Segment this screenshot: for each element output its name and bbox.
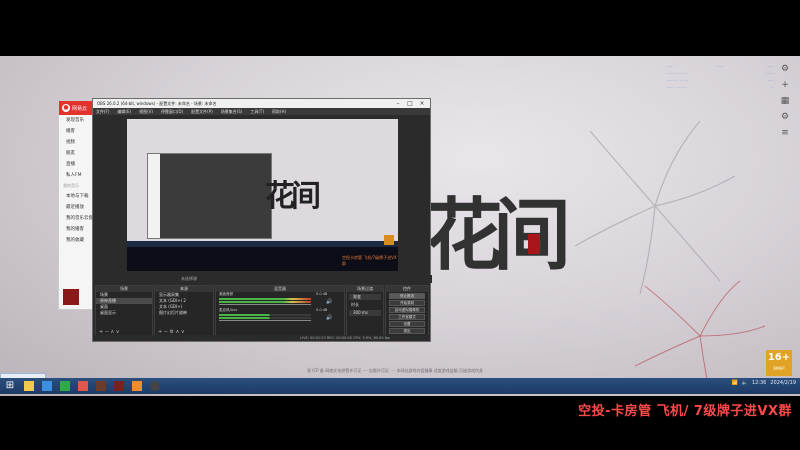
controls-dock-title: 控件 xyxy=(386,286,428,292)
preview-calligraphy: 花间 xyxy=(265,179,321,214)
overlay-row: ····· ····· ····· xyxy=(666,64,774,70)
netease-taskbar-icon[interactable] xyxy=(78,381,88,391)
menu-edit[interactable]: 编辑(E) xyxy=(117,108,131,115)
plus-icon[interactable]: + xyxy=(780,80,790,90)
age-rating-note: 适龄提示 xyxy=(772,366,785,370)
studio-mode-button[interactable]: 工作室模式 xyxy=(389,314,425,320)
mixer-dock: 混音器 桌面音频 0.0 dB 🔊 麦克风/Aux 0.0 dB 🔊 xyxy=(215,285,345,337)
app-icon[interactable] xyxy=(60,381,70,391)
settings-button[interactable]: 设置 xyxy=(389,321,425,327)
nested-music-window xyxy=(148,154,160,238)
stream-overlay-info: ····· ····· ····· ······· ····· ······ ····… xyxy=(666,64,774,92)
volume-slider[interactable] xyxy=(219,320,311,321)
speaker-icon[interactable]: 🔊 xyxy=(326,315,332,321)
close-icon[interactable]: × xyxy=(416,99,428,108)
maximize-icon[interactable]: □ xyxy=(404,99,416,108)
nested-obs-preview xyxy=(147,153,272,239)
exit-button[interactable]: 退出 xyxy=(389,328,425,334)
scene-item[interactable]: 桌面显示 xyxy=(96,310,152,316)
start-recording-button[interactable]: 开始录制 xyxy=(389,300,425,306)
duration-input[interactable]: 300 ms xyxy=(349,310,381,316)
settings-icon[interactable]: ⚙ xyxy=(780,112,790,122)
menu-docks[interactable]: 停靠窗口(D) xyxy=(161,108,183,115)
transitions-dock: 场景过渡 渐变 时长 300 ms xyxy=(346,285,384,337)
obs-statusbar: LIVE: 00:01:23 REC: 00:00:00 CPU: 3.9%, … xyxy=(93,335,430,341)
stop-streaming-button[interactable]: 停止推流 xyxy=(389,293,425,299)
game-icon[interactable] xyxy=(96,381,106,391)
obs-titlebar[interactable]: OBS 26.0.2 (64-bit, windows) - 配置文件: 未命名… xyxy=(93,99,430,108)
minimize-icon[interactable]: – xyxy=(392,99,404,108)
menu-scene-collection[interactable]: 场景集合(S) xyxy=(221,108,243,115)
wallpaper-calligraphy: 花间 xyxy=(425,190,571,281)
menu-file[interactable]: 文件(F) xyxy=(96,108,109,115)
speaker-icon[interactable]: 🔊 xyxy=(326,299,332,305)
album-cover[interactable] xyxy=(63,289,79,305)
volume-icon[interactable]: 🔈 xyxy=(742,380,748,386)
window-controls: – □ × xyxy=(392,99,428,108)
windows-icon[interactable]: ⊞ xyxy=(4,380,16,392)
side-toolbar: ⚙ + ▦ ⚙ ≡ xyxy=(780,64,794,144)
browser-icon[interactable] xyxy=(42,381,52,391)
gear-icon[interactable]: ⚙ xyxy=(780,64,790,74)
age-rating-value: 16+ xyxy=(767,352,791,363)
menu-help[interactable]: 帮助(H) xyxy=(272,108,286,115)
age-rating-badge: 16+ 适龄提示 xyxy=(766,350,792,376)
transitions-dock-title: 场景过渡 xyxy=(347,286,383,292)
overlay-row: ········ ····· ···· xyxy=(666,78,774,84)
scenes-dock: 场景 场景 原神直播 桌面 桌面显示 + − ∧ ∨ xyxy=(95,285,153,337)
obs-menubar: 文件(F) 编辑(E) 视图(V) 停靠窗口(D) 配置文件(P) 场景集合(S… xyxy=(93,108,430,115)
obs-taskbar-icon[interactable] xyxy=(150,381,160,391)
virtual-camera-button[interactable]: 启动虚拟摄像机 xyxy=(389,307,425,313)
transition-select[interactable]: 渐变 xyxy=(349,294,381,300)
grid-icon[interactable]: ▦ xyxy=(780,96,790,106)
volume-meter xyxy=(219,298,311,300)
controls-dock: 控件 停止推流 开始录制 启动虚拟摄像机 工作室模式 设置 退出 xyxy=(385,285,429,337)
calligraphy-seal xyxy=(528,234,540,254)
wallpaper-footer-text: 晋 ICP 备 网络文化经营许可证 ···· 出版许可证 ···· 本网站游戏内… xyxy=(307,368,483,373)
mixer-channel-mic: 麦克风/Aux 0.0 dB 🔊 xyxy=(216,308,344,324)
volume-meter xyxy=(219,301,311,303)
game-icon[interactable] xyxy=(114,381,124,391)
source-status-row: 未选择源 xyxy=(93,275,432,283)
channel-db: 0.0 dB xyxy=(316,292,328,296)
overlay-row: ······· ····· ······ xyxy=(666,71,774,77)
preview-caption: 空投卡房管 飞机/7级牌子进VX群 xyxy=(342,255,397,266)
no-source-label: 未选择源 xyxy=(181,276,197,281)
tray-date[interactable]: 2024/2/19 xyxy=(770,380,796,386)
obs-window[interactable]: OBS 26.0.2 (64-bit, windows) - 配置文件: 未命名… xyxy=(92,98,432,342)
netease-logo-icon: ● xyxy=(62,104,70,112)
overlay-row: ····· ······· ·· xyxy=(666,85,774,91)
volume-meter xyxy=(219,314,311,316)
tray-time[interactable]: 12:36 xyxy=(752,380,766,386)
menu-profile[interactable]: 配置文件(P) xyxy=(191,108,213,115)
preview-age-badge xyxy=(384,235,394,245)
network-icon[interactable]: 📶 xyxy=(731,380,737,386)
menu-icon[interactable]: ≡ xyxy=(780,128,790,138)
letterbox-top xyxy=(0,0,800,56)
folder-icon[interactable] xyxy=(24,381,34,391)
menu-view[interactable]: 视图(V) xyxy=(139,108,153,115)
sources-dock: 来源 显示器采集 文本 (GDI+) 2 文本 (GDI+) 图片幻灯片放映 +… xyxy=(154,285,214,337)
volume-meter xyxy=(219,317,311,319)
obs-preview[interactable]: 花间 空投卡房管 飞机/7级牌子进VX群 xyxy=(127,119,398,271)
app-icon[interactable] xyxy=(132,381,142,391)
menu-tools[interactable]: 工具(T) xyxy=(250,108,264,115)
source-item[interactable]: 图片幻灯片放映 xyxy=(155,310,213,316)
obs-title: OBS 26.0.2 (64-bit, windows) - 配置文件: 未命名… xyxy=(97,100,217,106)
stream-caption: 空投-卡房管 飞机/ 7级牌子进VX群 xyxy=(578,404,792,419)
system-tray: 📶 🔈 12:36 2024/2/19 xyxy=(727,380,796,386)
music-app-title: 网易云 xyxy=(72,105,88,112)
channel-db: 0.0 dB xyxy=(316,308,328,312)
windows-taskbar: ⊞ 📶 🔈 12:36 2024/2/19 xyxy=(0,378,800,394)
duration-label: 时长 xyxy=(351,302,359,307)
spider-lily-right xyxy=(574,120,736,295)
volume-slider[interactable] xyxy=(219,304,311,305)
mixer-channel-desktop: 桌面音频 0.0 dB 🔊 xyxy=(216,292,344,308)
